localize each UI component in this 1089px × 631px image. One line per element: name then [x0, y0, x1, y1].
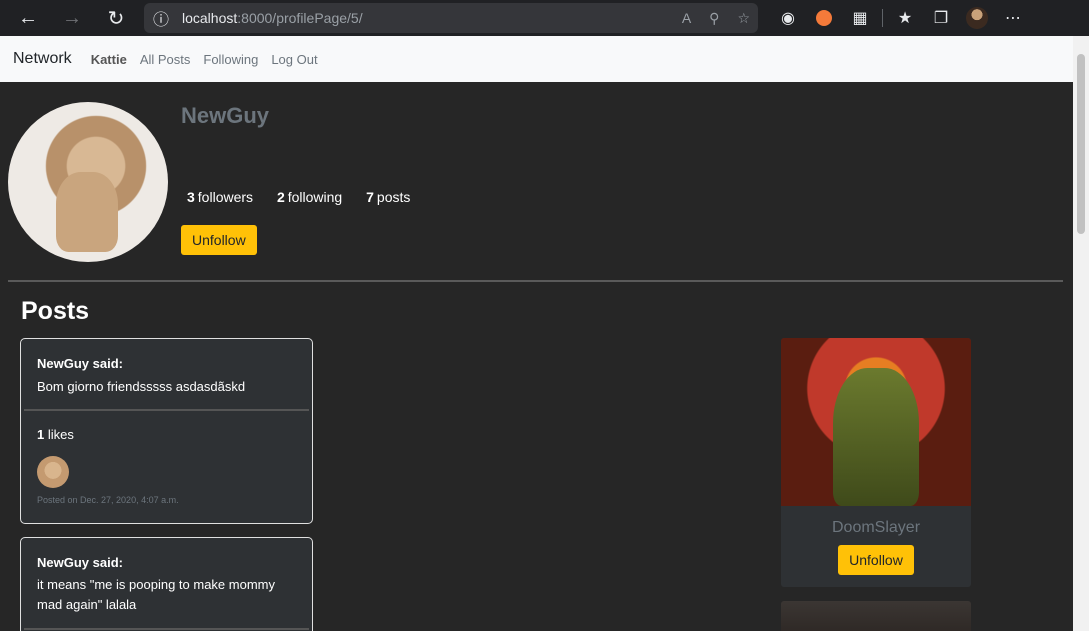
posts-heading: Posts	[21, 297, 90, 325]
collections-icon[interactable]: ❐	[923, 0, 959, 36]
post-separator	[24, 628, 309, 630]
following-name[interactable]: DoomSlayer	[781, 519, 971, 537]
profile-name: NewGuy	[181, 103, 270, 128]
unfollow-button[interactable]: Unfollow	[181, 225, 257, 255]
following-card	[781, 601, 971, 631]
post-card: NewGuy said: it means "me is pooping to …	[20, 537, 313, 631]
followers-count: 3	[187, 189, 195, 205]
extensions-puzzle-icon[interactable]: ▦	[842, 0, 878, 36]
liker-avatar[interactable]	[37, 456, 69, 488]
followers-stat: 3 followers	[187, 189, 263, 205]
scrollbar-thumb[interactable]	[1077, 54, 1085, 234]
post-separator	[24, 409, 309, 411]
navbar: Network Kattie All Posts Following Log O…	[0, 36, 1073, 82]
following-label: following	[287, 189, 343, 205]
profile-stats: 3 followers 2 following 7 posts	[187, 189, 430, 205]
browser-toolbar: ← → ↻ ⓘ localhost:8000/profilePage/5/ A …	[0, 0, 1089, 36]
favorite-add-icon[interactable]: ☆	[737, 10, 750, 27]
extension-orange-icon[interactable]	[806, 0, 842, 36]
profile-picture	[8, 102, 168, 262]
likes-count: 1	[37, 427, 45, 442]
tracking-icon[interactable]: ◉	[770, 0, 806, 36]
scrollbar[interactable]	[1073, 36, 1089, 631]
nav-all-posts-link[interactable]: All Posts	[140, 52, 191, 67]
post-author: NewGuy said:	[37, 555, 123, 570]
posts-stat: 7 posts	[366, 189, 420, 205]
read-aloud-icon[interactable]: A	[682, 10, 691, 26]
section-divider	[8, 280, 1063, 282]
posts-count: 7	[366, 189, 374, 205]
following-card: DoomSlayer Unfollow	[781, 338, 971, 587]
page-content: Network Kattie All Posts Following Log O…	[0, 36, 1073, 631]
post-content: it means "me is pooping to make mommy ma…	[37, 577, 275, 612]
nav-logout-link[interactable]: Log Out	[271, 52, 317, 67]
post-author: NewGuy said:	[37, 356, 123, 371]
nav-following-link[interactable]: Following	[203, 52, 258, 67]
zoom-icon[interactable]: ⚲	[709, 10, 719, 27]
url-text[interactable]: localhost:8000/profilePage/5/	[182, 10, 363, 26]
following-stat: 2 following	[277, 189, 352, 205]
nav-user-link[interactable]: Kattie	[91, 52, 127, 67]
info-icon[interactable]: ⓘ	[144, 6, 178, 30]
address-bar[interactable]: ⓘ localhost:8000/profilePage/5/ A ⚲ ☆	[144, 3, 758, 33]
toolbar-separator	[882, 9, 883, 27]
url-host: localhost	[182, 10, 238, 26]
profile-avatar-icon[interactable]	[959, 0, 995, 36]
refresh-icon[interactable]: ↻	[98, 0, 134, 36]
back-arrow-icon[interactable]: ←	[10, 0, 46, 36]
forward-arrow-icon[interactable]: →	[54, 0, 90, 36]
following-avatar-image	[781, 338, 971, 506]
followers-label: followers	[197, 189, 254, 205]
brand-link[interactable]: Network	[13, 50, 72, 68]
post-date: Posted on Dec. 27, 2020, 4:07 a.m.	[37, 495, 179, 505]
more-menu-icon[interactable]: ⋯	[995, 0, 1031, 36]
post-content: Bom giorno friendsssss asdasdãskd	[37, 379, 246, 394]
post-card: NewGuy said: Bom giorno friendsssss asda…	[20, 338, 313, 524]
toolbar-icons: ◉ ▦ ★ ❐ ⋯	[770, 0, 1031, 36]
following-unfollow-button[interactable]: Unfollow	[838, 545, 914, 575]
profile-header: NewGuy 3 followers 2 following 7 posts Unfo…	[0, 82, 1073, 282]
post-likes[interactable]: 1 likes	[37, 427, 74, 442]
posts-label: posts	[376, 189, 411, 205]
favorites-icon[interactable]: ★	[887, 0, 923, 36]
address-bar-icons: A ⚲ ☆	[682, 3, 750, 33]
following-count: 2	[276, 189, 285, 205]
url-path: :8000/profilePage/5/	[237, 10, 363, 26]
likes-label: likes	[47, 427, 74, 442]
